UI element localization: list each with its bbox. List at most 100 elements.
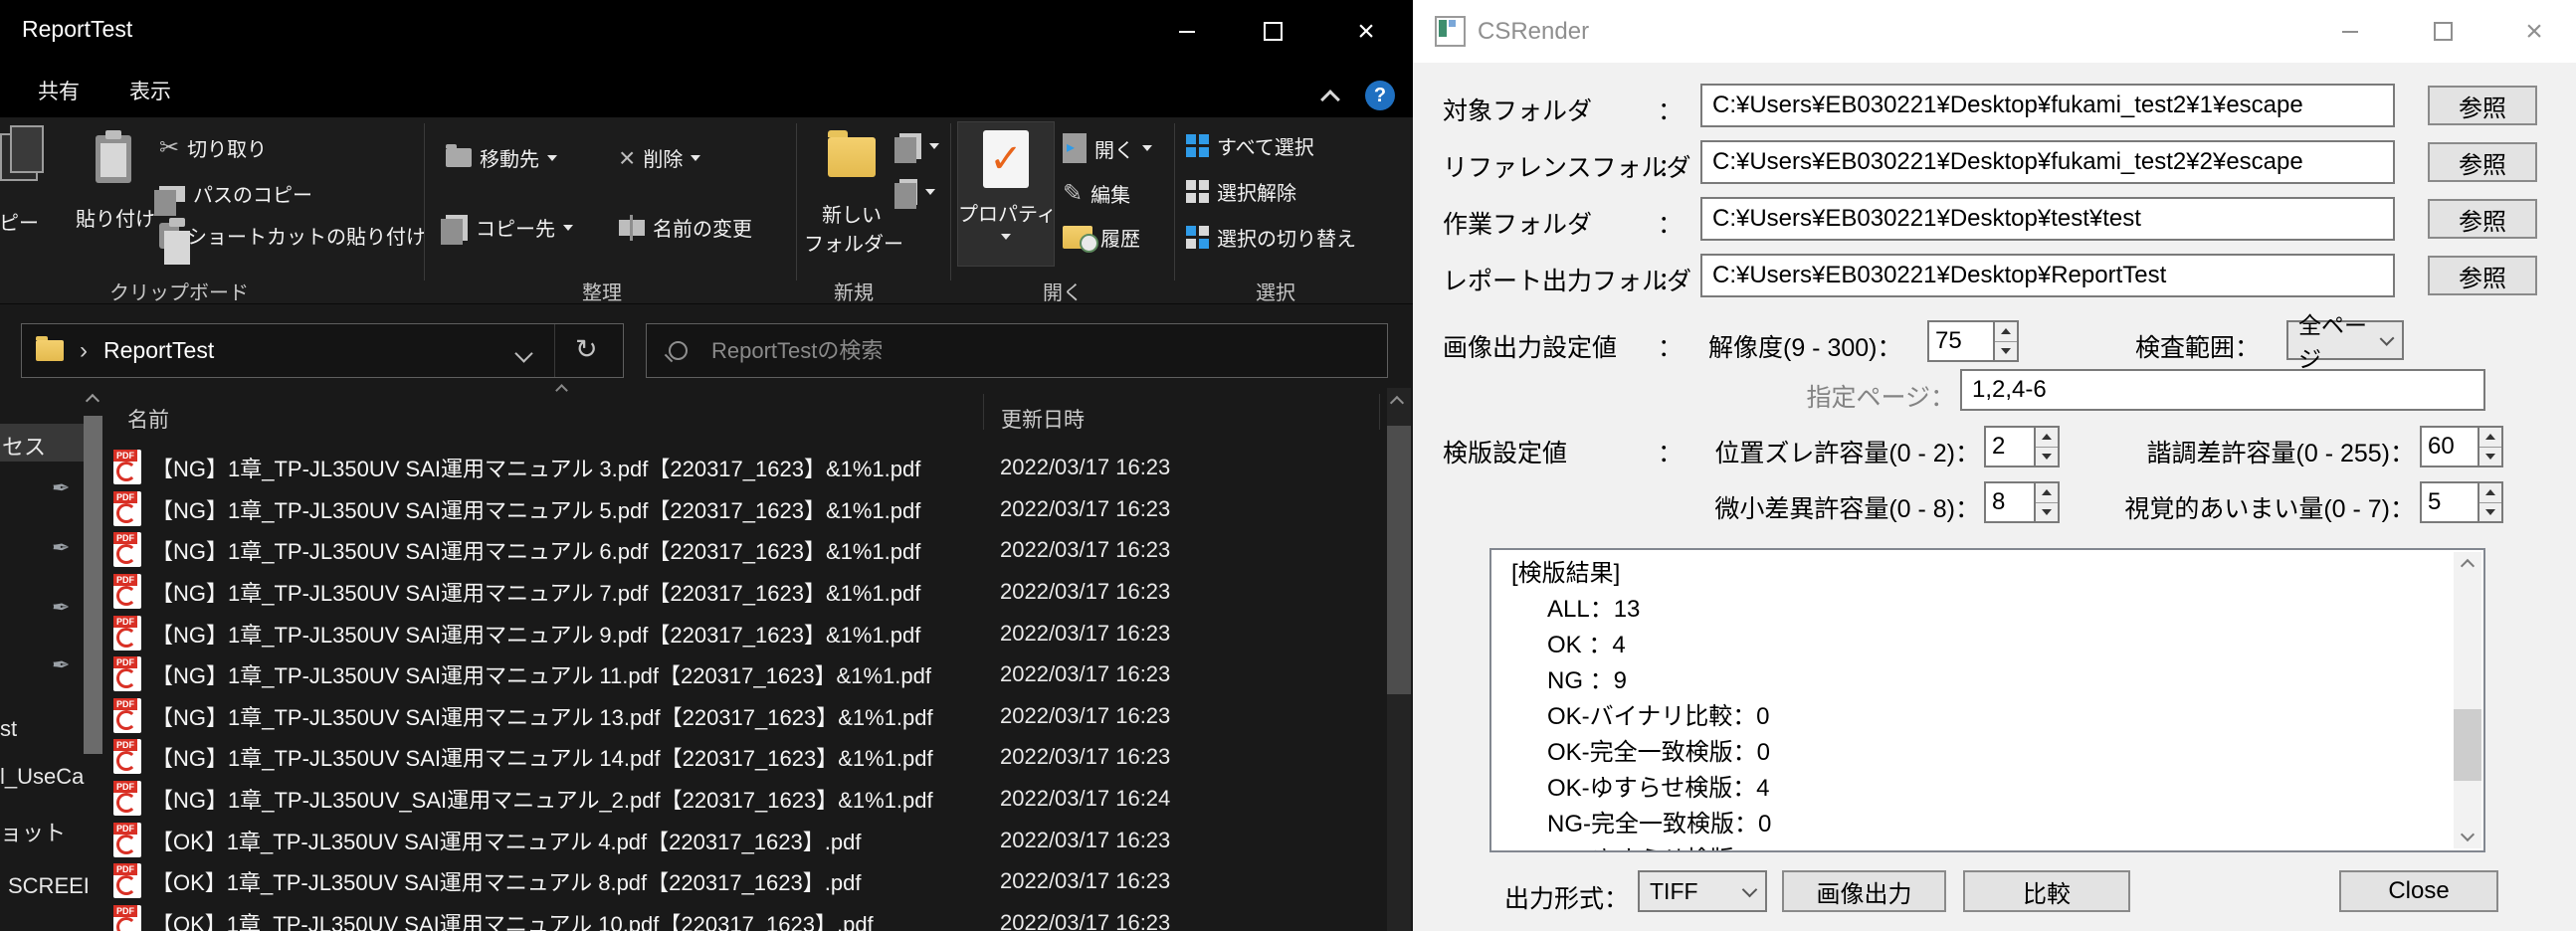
- target-folder-input[interactable]: [1700, 84, 2395, 127]
- easy-access-button[interactable]: [899, 179, 935, 205]
- position-tolerance-input[interactable]: [1984, 426, 2036, 467]
- sidebar-item[interactable]: ョット: [0, 816, 66, 847]
- tone-tolerance-input[interactable]: [2420, 426, 2479, 467]
- spin-up-button[interactable]: [1995, 322, 2017, 341]
- breadcrumb[interactable]: ReportTest: [103, 337, 214, 364]
- browse-button[interactable]: 参照: [2428, 199, 2537, 239]
- new-item-button[interactable]: [899, 133, 939, 159]
- results-scrollbar-thumb[interactable]: [2454, 709, 2481, 781]
- move-to-button[interactable]: 移動先: [446, 143, 557, 172]
- tab-view[interactable]: 表示: [115, 63, 185, 117]
- column-header-date[interactable]: 更新日時: [1001, 404, 1085, 434]
- close-button[interactable]: ×: [2502, 0, 2566, 63]
- spin-down-button[interactable]: [1995, 341, 2017, 361]
- tab-share[interactable]: 共有: [24, 63, 94, 117]
- file-date: 2022/03/17 16:23: [1000, 868, 1170, 894]
- table-row[interactable]: 【NG】1章_TP-JL350UV_SAI運用マニュアル_2.pdf【22031…: [99, 778, 1385, 819]
- close-dialog-button[interactable]: Close: [2339, 870, 2498, 912]
- address-bar[interactable]: › ReportTest ↻: [21, 323, 624, 378]
- maximize-icon: [2434, 22, 2453, 41]
- sidebar-item[interactable]: l_UseCa: [0, 764, 84, 790]
- copy-path-button[interactable]: パスのコピー: [159, 179, 312, 208]
- cut-button[interactable]: ✂ 切り取り: [159, 133, 267, 162]
- browse-button[interactable]: 参照: [2428, 142, 2537, 182]
- sidebar-item[interactable]: SCREEI: [8, 873, 90, 899]
- search-box[interactable]: [646, 323, 1388, 378]
- browse-button[interactable]: 参照: [2428, 256, 2537, 295]
- spin-up-button[interactable]: [2036, 428, 2058, 447]
- browse-button[interactable]: 参照: [2428, 86, 2537, 125]
- compare-button[interactable]: 比較: [1963, 870, 2130, 912]
- delete-button[interactable]: × 削除: [619, 143, 700, 172]
- select-all-button[interactable]: すべて選択: [1186, 131, 1314, 160]
- spin-down-button[interactable]: [2036, 502, 2058, 522]
- sidebar-item-quick-access[interactable]: セス: [0, 424, 84, 462]
- close-button[interactable]: ×: [1333, 0, 1399, 63]
- maximize-button[interactable]: [2411, 0, 2475, 63]
- history-button[interactable]: 履歴: [1063, 223, 1140, 252]
- minimize-button[interactable]: [2318, 0, 2382, 63]
- properties-button[interactable]: ✓ プロパティ: [957, 121, 1055, 267]
- table-row[interactable]: 【OK】1章_TP-JL350UV SAI運用マニュアル 4.pdf【22031…: [99, 820, 1385, 860]
- scroll-down-button[interactable]: [2454, 821, 2481, 848]
- sidebar-item[interactable]: st: [0, 716, 17, 742]
- refresh-button[interactable]: ↻: [575, 336, 598, 363]
- select-none-button[interactable]: 選択解除: [1186, 177, 1296, 206]
- help-button[interactable]: ?: [1365, 81, 1395, 110]
- table-row[interactable]: 【OK】1章_TP-JL350UV SAI運用マニュアル 10.pdf【2203…: [99, 902, 1385, 931]
- spin-up-button[interactable]: [2036, 483, 2058, 502]
- column-divider[interactable]: [1379, 394, 1380, 430]
- reference-folder-input[interactable]: [1700, 140, 2395, 184]
- invert-selection-button[interactable]: 選択の切り替え: [1186, 223, 1356, 252]
- table-row[interactable]: 【OK】1章_TP-JL350UV SAI運用マニュアル 8.pdf【22031…: [99, 860, 1385, 901]
- table-row[interactable]: 【NG】1章_TP-JL350UV SAI運用マニュアル 9.pdf【22031…: [99, 613, 1385, 653]
- edit-button[interactable]: ✎ 編集: [1063, 179, 1130, 208]
- colon: ：: [1658, 434, 1683, 469]
- column-header-name[interactable]: 名前: [127, 404, 169, 434]
- address-dropdown-button[interactable]: [517, 347, 530, 360]
- rename-button[interactable]: 名前の変更: [619, 213, 752, 242]
- sidebar-scroll-up[interactable]: [88, 396, 98, 406]
- spin-down-button[interactable]: [2036, 447, 2058, 466]
- pin-icon: ✒: [52, 595, 70, 621]
- paste-shortcut-button[interactable]: ショートカットの貼り付け: [159, 221, 426, 250]
- column-divider[interactable]: [983, 394, 984, 430]
- resolution-input[interactable]: [1927, 320, 1995, 362]
- search-input[interactable]: [709, 337, 1350, 365]
- results-scrollbar[interactable]: [2454, 552, 2481, 848]
- results-listbox[interactable]: [検版結果] ALL：13 OK ：4 NG ：9 OK-バイナリ比較：0 OK…: [1489, 548, 2485, 852]
- pages-input[interactable]: [1960, 369, 2485, 411]
- table-row[interactable]: 【NG】1章_TP-JL350UV SAI運用マニュアル 5.pdf【22031…: [99, 488, 1385, 529]
- spin-down-button[interactable]: [2479, 502, 2501, 522]
- list-scroll-up[interactable]: [1392, 398, 1402, 408]
- minimize-button[interactable]: [1154, 0, 1220, 63]
- target-folder-label: 対象フォルダ: [1443, 92, 1592, 127]
- table-row[interactable]: 【NG】1章_TP-JL350UV SAI運用マニュアル 14.pdf【2203…: [99, 736, 1385, 777]
- table-row[interactable]: 【NG】1章_TP-JL350UV SAI運用マニュアル 13.pdf【2203…: [99, 695, 1385, 736]
- range-combobox[interactable]: 全ページ: [2286, 320, 2404, 360]
- micro-diff-tolerance-input[interactable]: [1984, 481, 2036, 523]
- image-output-button[interactable]: 画像出力: [1782, 870, 1946, 912]
- maximize-button[interactable]: [1240, 0, 1305, 63]
- spin-down-button[interactable]: [2479, 447, 2501, 466]
- scroll-up-button[interactable]: [2454, 552, 2481, 580]
- visual-fuzziness-input[interactable]: [2420, 481, 2479, 523]
- table-row[interactable]: 【NG】1章_TP-JL350UV SAI運用マニュアル 7.pdf【22031…: [99, 571, 1385, 612]
- copy-button[interactable]: ピー: [0, 127, 54, 236]
- spin-up-button[interactable]: [2479, 483, 2501, 502]
- copy-to-button[interactable]: コピー先: [446, 213, 573, 242]
- chevron-up-icon: [2461, 559, 2475, 573]
- spin-up-button[interactable]: [2479, 428, 2501, 447]
- collapse-ribbon-button[interactable]: [1323, 93, 1337, 106]
- list-scrollbar-thumb[interactable]: [1387, 426, 1411, 694]
- pdf-icon: [113, 739, 141, 774]
- work-folder-input[interactable]: [1700, 197, 2395, 241]
- new-folder-button[interactable]: 新しい フォルダー: [804, 123, 899, 257]
- table-row[interactable]: 【NG】1章_TP-JL350UV SAI運用マニュアル 3.pdf【22031…: [99, 447, 1385, 487]
- table-row[interactable]: 【NG】1章_TP-JL350UV SAI運用マニュアル 6.pdf【22031…: [99, 529, 1385, 570]
- output-format-combobox[interactable]: TIFF: [1638, 870, 1767, 912]
- paste-button[interactable]: 貼り付け: [76, 125, 151, 232]
- table-row[interactable]: 【NG】1章_TP-JL350UV SAI運用マニュアル 11.pdf【2203…: [99, 653, 1385, 694]
- open-button[interactable]: 開く: [1063, 133, 1152, 163]
- report-folder-input[interactable]: [1700, 254, 2395, 297]
